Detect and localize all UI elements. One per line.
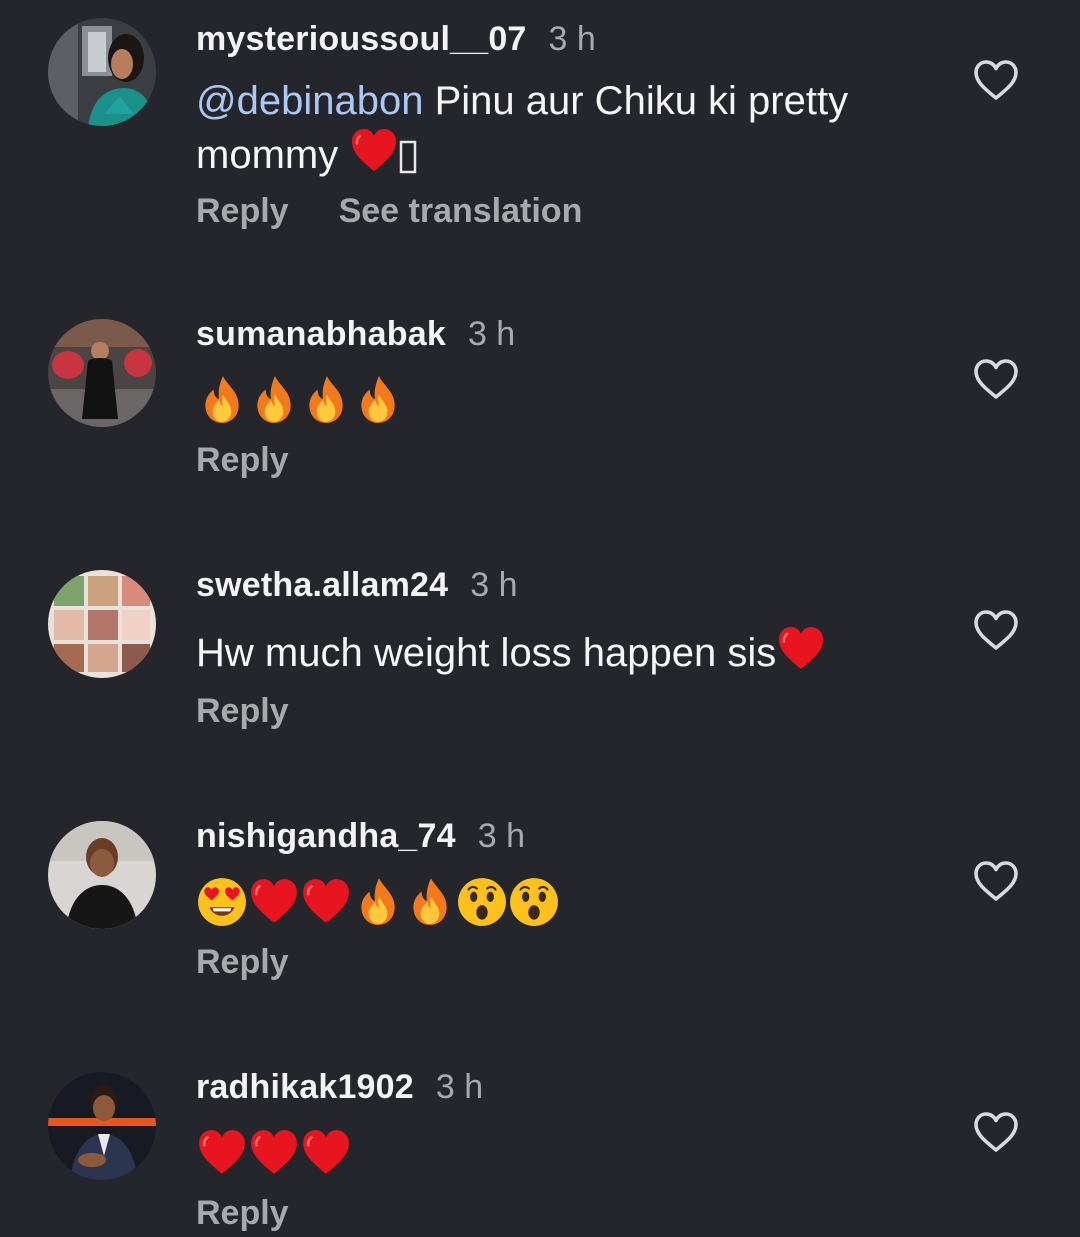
comment-text xyxy=(196,875,560,929)
heart-outline-icon[interactable] xyxy=(972,859,1020,903)
comment-text xyxy=(196,1126,352,1180)
comment-item: radhikak1902 3 h Reply xyxy=(0,1062,1080,1237)
timestamp: 3 h xyxy=(467,314,516,353)
username[interactable]: sumanabhabak xyxy=(196,315,446,354)
reply-button[interactable]: Reply xyxy=(196,1194,289,1233)
comment-actions: Reply xyxy=(196,943,289,982)
comment-actions: Reply xyxy=(196,441,289,480)
astonished-emoji xyxy=(508,876,560,928)
heart-emoji xyxy=(300,876,352,928)
comment-text xyxy=(196,373,404,427)
fire-emoji xyxy=(352,374,404,426)
missing-glyph-icon xyxy=(400,140,417,174)
avatar[interactable] xyxy=(48,821,156,929)
timestamp: 3 h xyxy=(548,19,596,58)
heart-outline-icon[interactable] xyxy=(972,608,1020,652)
avatar[interactable] xyxy=(48,18,156,126)
timestamp: 3 h xyxy=(477,816,526,855)
comment-item: sumanabhabak 3 h Reply xyxy=(0,309,1080,509)
username[interactable]: nishigandha_74 xyxy=(196,817,456,856)
heart-emoji xyxy=(300,1127,352,1179)
comment-body: Hw much weight loss happen sis xyxy=(196,631,777,675)
comment-list: mysterioussoul__07 3 h @debinabon Pinu a… xyxy=(0,0,1080,1237)
heart-outline-icon[interactable] xyxy=(972,1110,1020,1154)
comment-header: radhikak1902 3 h xyxy=(196,1062,483,1112)
comment-header: nishigandha_74 3 h xyxy=(196,811,525,861)
username[interactable]: mysterioussoul__07 xyxy=(196,20,527,59)
mention-link[interactable]: @debinabon xyxy=(196,79,423,123)
reply-button[interactable]: Reply xyxy=(196,192,289,231)
avatar[interactable] xyxy=(48,1072,156,1180)
timestamp: 3 h xyxy=(435,1067,484,1106)
comment-text: Hw much weight loss happen sis xyxy=(196,624,936,678)
comment-item: mysterioussoul__07 3 h @debinabon Pinu a… xyxy=(0,14,1080,254)
comment-text: @debinabon Pinu aur Chiku ki pretty momm… xyxy=(196,76,916,180)
fire-emoji xyxy=(196,374,248,426)
astonished-emoji xyxy=(456,876,508,928)
username[interactable]: radhikak1902 xyxy=(196,1068,414,1107)
fire-emoji xyxy=(300,374,352,426)
comment-item: nishigandha_74 3 h Reply xyxy=(0,811,1080,1011)
comment-header: mysterioussoul__07 3 h xyxy=(196,14,596,64)
fire-emoji xyxy=(352,876,404,928)
comment-actions: Reply xyxy=(196,1194,289,1233)
heart-outline-icon[interactable] xyxy=(972,58,1020,102)
comment-actions: Reply See translation xyxy=(196,192,582,231)
comment-header: swetha.allam24 3 h xyxy=(196,560,518,610)
heart-emoji xyxy=(776,624,826,674)
heart-emoji xyxy=(248,1127,300,1179)
heart-emoji xyxy=(196,1127,248,1179)
fire-emoji xyxy=(404,876,456,928)
fire-emoji xyxy=(248,374,300,426)
avatar[interactable] xyxy=(48,319,156,427)
timestamp: 3 h xyxy=(470,565,518,604)
comment-item: swetha.allam24 3 h Hw much weight loss h… xyxy=(0,560,1080,760)
heart-eyes-emoji xyxy=(196,876,248,928)
reply-button[interactable]: Reply xyxy=(196,441,289,480)
see-translation-button[interactable]: See translation xyxy=(339,192,583,231)
heart-emoji xyxy=(248,876,300,928)
reply-button[interactable]: Reply xyxy=(196,692,289,731)
reply-button[interactable]: Reply xyxy=(196,943,289,982)
heart-outline-icon[interactable] xyxy=(972,357,1020,401)
heart-emoji xyxy=(349,126,399,176)
username[interactable]: swetha.allam24 xyxy=(196,566,448,605)
comment-actions: Reply xyxy=(196,692,289,731)
comment-header: sumanabhabak 3 h xyxy=(196,309,515,359)
avatar[interactable] xyxy=(48,570,156,678)
